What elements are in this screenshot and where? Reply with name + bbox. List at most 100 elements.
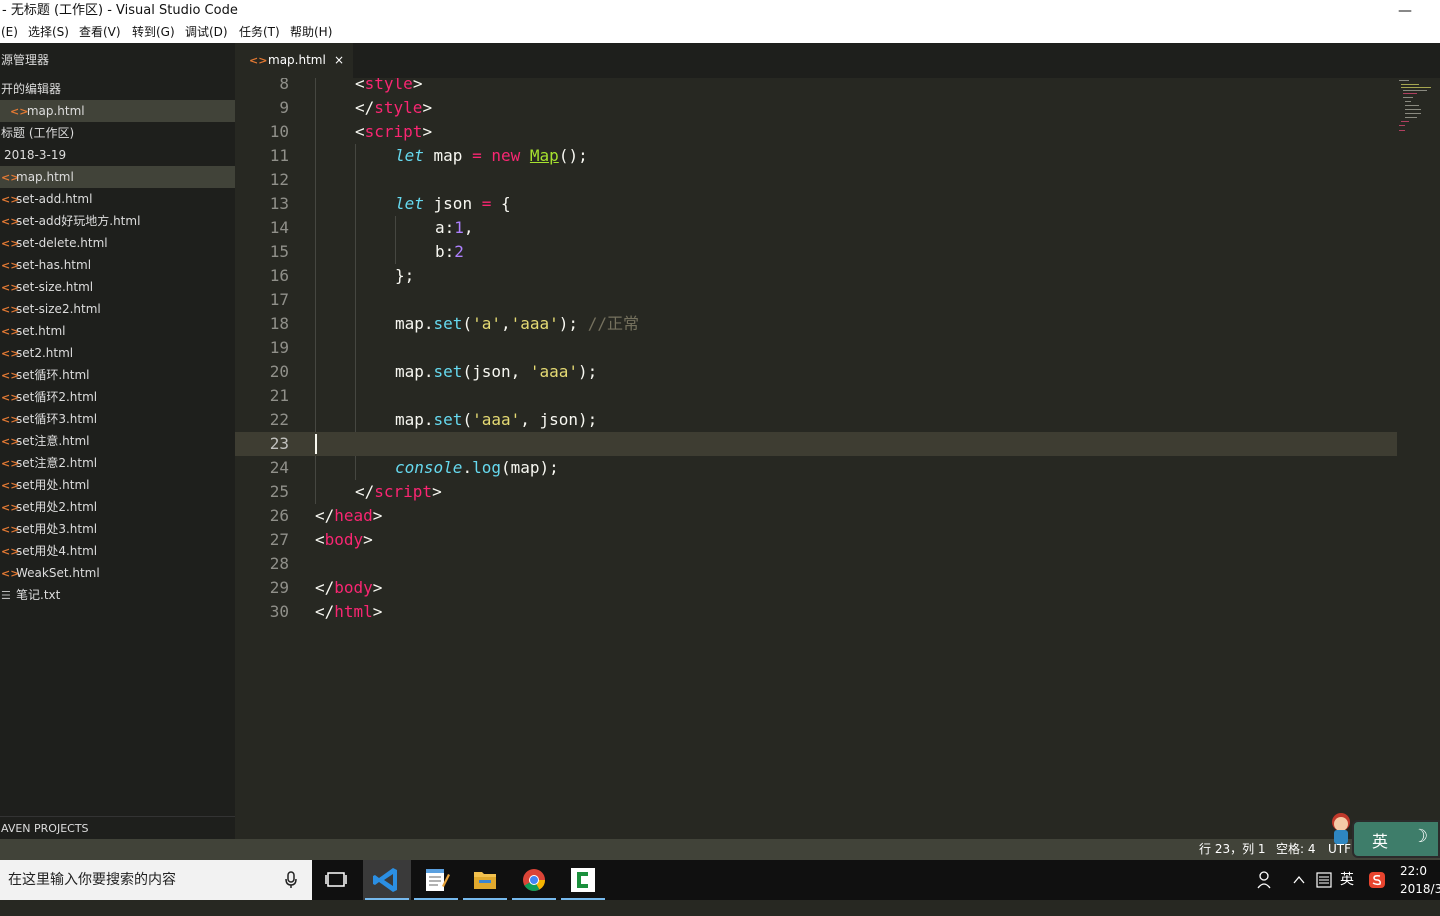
- file-item[interactable]: <>set.html: [0, 320, 235, 342]
- file-item[interactable]: <>set注意.html: [0, 430, 235, 452]
- notepad-taskbar-icon[interactable]: [412, 860, 460, 900]
- network-icon[interactable]: [1316, 860, 1332, 900]
- file-item[interactable]: <>set循环.html: [0, 364, 235, 386]
- open-editor-item[interactable]: <> map.html: [0, 100, 235, 122]
- line-number: 10: [269, 122, 289, 141]
- file-item[interactable]: <>set-size2.html: [0, 298, 235, 320]
- code-line[interactable]: 24 console.log(map);: [235, 456, 1397, 480]
- code-line[interactable]: 26 </head>: [235, 504, 1397, 528]
- chevron-up-icon[interactable]: [1292, 860, 1306, 900]
- code-line[interactable]: 27 <body>: [235, 528, 1397, 552]
- vscode-taskbar-icon[interactable]: [363, 860, 411, 900]
- code-line[interactable]: 8 <style>: [235, 78, 1397, 96]
- code-token: <: [355, 122, 365, 141]
- indent-guide: [315, 384, 316, 408]
- file-item[interactable]: ☰ 笔记.txt: [0, 584, 235, 606]
- menu-tasks[interactable]: 任务(T): [239, 22, 280, 43]
- indent-guide: [355, 144, 356, 168]
- indent-guide: [315, 78, 316, 96]
- code-line[interactable]: 29 </body>: [235, 576, 1397, 600]
- file-name: set用处4.html: [16, 544, 98, 558]
- maven-projects-section[interactable]: AVEN PROJECTS: [0, 816, 235, 839]
- close-icon[interactable]: ×: [334, 43, 344, 78]
- indent-guide: [315, 288, 316, 312]
- code-line[interactable]: 19: [235, 336, 1397, 360]
- html-file-icon: <>: [1, 215, 20, 228]
- indent-guide: [315, 336, 316, 360]
- file-item[interactable]: <>map.html: [0, 166, 235, 188]
- code-line[interactable]: 9 </style>: [235, 96, 1397, 120]
- code-line[interactable]: 28: [235, 552, 1397, 576]
- file-item[interactable]: <>set-size.html: [0, 276, 235, 298]
- camtasia-taskbar-icon[interactable]: [559, 860, 607, 900]
- code-token: <: [315, 530, 325, 549]
- indent-guide: [395, 240, 396, 264]
- moon-icon[interactable]: ☽: [1412, 826, 1428, 847]
- code-line[interactable]: 30 </html>: [235, 600, 1397, 624]
- file-item[interactable]: <>set-delete.html: [0, 232, 235, 254]
- menu-debug[interactable]: 调试(D): [185, 22, 228, 43]
- code-editor[interactable]: 8 <style> 9 </style> 10 <script> 11 let map = n…: [235, 78, 1440, 839]
- microphone-icon[interactable]: [284, 871, 298, 889]
- code-token: log: [472, 458, 501, 477]
- menu-help[interactable]: 帮助(H): [290, 22, 332, 43]
- code-line[interactable]: 13 let json = {: [235, 192, 1397, 216]
- workspace-section[interactable]: 标题 (工作区): [0, 122, 235, 144]
- html-file-icon: <>: [1, 347, 20, 360]
- chrome-taskbar-icon[interactable]: [510, 860, 558, 900]
- ime-language-indicator[interactable]: 英: [1372, 828, 1388, 852]
- code-line[interactable]: 25 </script>: [235, 480, 1397, 504]
- file-item[interactable]: <>set注意2.html: [0, 452, 235, 474]
- file-item[interactable]: <>set用处4.html: [0, 540, 235, 562]
- menu-selection[interactable]: 选择(S): [28, 22, 69, 43]
- code-line[interactable]: 11 let map = new Map();: [235, 144, 1397, 168]
- file-item[interactable]: <>set用处2.html: [0, 496, 235, 518]
- code-line[interactable]: 17: [235, 288, 1397, 312]
- system-clock[interactable]: 22:0 2018/3: [1400, 862, 1440, 898]
- file-item[interactable]: <>set循环3.html: [0, 408, 235, 430]
- taskbar-search-box[interactable]: 在这里输入你要搜索的内容: [0, 860, 312, 900]
- html-file-icon: <>: [1, 193, 20, 206]
- menu-edit[interactable]: (E): [1, 22, 18, 43]
- people-icon[interactable]: [1256, 860, 1274, 900]
- indent-guide: [315, 96, 316, 120]
- cursor-position[interactable]: 行 23，列 1: [1199, 839, 1266, 860]
- sogou-ime-icon[interactable]: [1368, 860, 1386, 900]
- file-item[interactable]: <>set2.html: [0, 342, 235, 364]
- code-line[interactable]: 22 map.set('aaa', json);: [235, 408, 1397, 432]
- file-item[interactable]: <>set用处.html: [0, 474, 235, 496]
- minimap[interactable]: [1397, 78, 1440, 138]
- file-item[interactable]: <>set-has.html: [0, 254, 235, 276]
- code-line[interactable]: 20 map.set(json, 'aaa');: [235, 360, 1397, 384]
- code-line[interactable]: 16};: [235, 264, 1397, 288]
- code-line[interactable]: 21: [235, 384, 1397, 408]
- indentation-setting[interactable]: 空格: 4: [1276, 839, 1316, 860]
- minimize-button[interactable]: —: [1398, 0, 1412, 22]
- task-view-icon[interactable]: [312, 860, 360, 900]
- tab-map-html[interactable]: <> map.html ×: [235, 43, 353, 78]
- code-line[interactable]: 18 map.set('a','aaa'); //正常: [235, 312, 1397, 336]
- input-language-indicator[interactable]: 英: [1340, 860, 1354, 900]
- file-item[interactable]: <>set-add好玩地方.html: [0, 210, 235, 232]
- code-line[interactable]: 23: [235, 432, 1397, 456]
- menu-view[interactable]: 查看(V): [79, 22, 121, 43]
- open-editors-section[interactable]: 开的编辑器: [0, 78, 235, 100]
- file-item[interactable]: <>WeakSet.html: [0, 562, 235, 584]
- menu-goto[interactable]: 转到(G): [132, 22, 175, 43]
- file-name: set循环.html: [16, 368, 90, 382]
- file-item[interactable]: <>set-add.html: [0, 188, 235, 210]
- file-item[interactable]: <>set循环2.html: [0, 386, 235, 408]
- open-editor-filename: map.html: [26, 104, 85, 118]
- file-item[interactable]: <>set用处3.html: [0, 518, 235, 540]
- line-number: 17: [269, 290, 289, 309]
- code-token: , json);: [520, 410, 598, 429]
- html-file-icon: <>: [1, 369, 20, 382]
- code-line[interactable]: 10 <script>: [235, 120, 1397, 144]
- code-line[interactable]: 15 b:2: [235, 240, 1397, 264]
- code-line[interactable]: 14 a:1,: [235, 216, 1397, 240]
- code-line[interactable]: 12: [235, 168, 1397, 192]
- file-explorer-taskbar-icon[interactable]: [461, 860, 509, 900]
- folder-item[interactable]: 2018-3-19: [0, 144, 235, 166]
- ime-toolbar[interactable]: 英 ☽: [1352, 820, 1440, 858]
